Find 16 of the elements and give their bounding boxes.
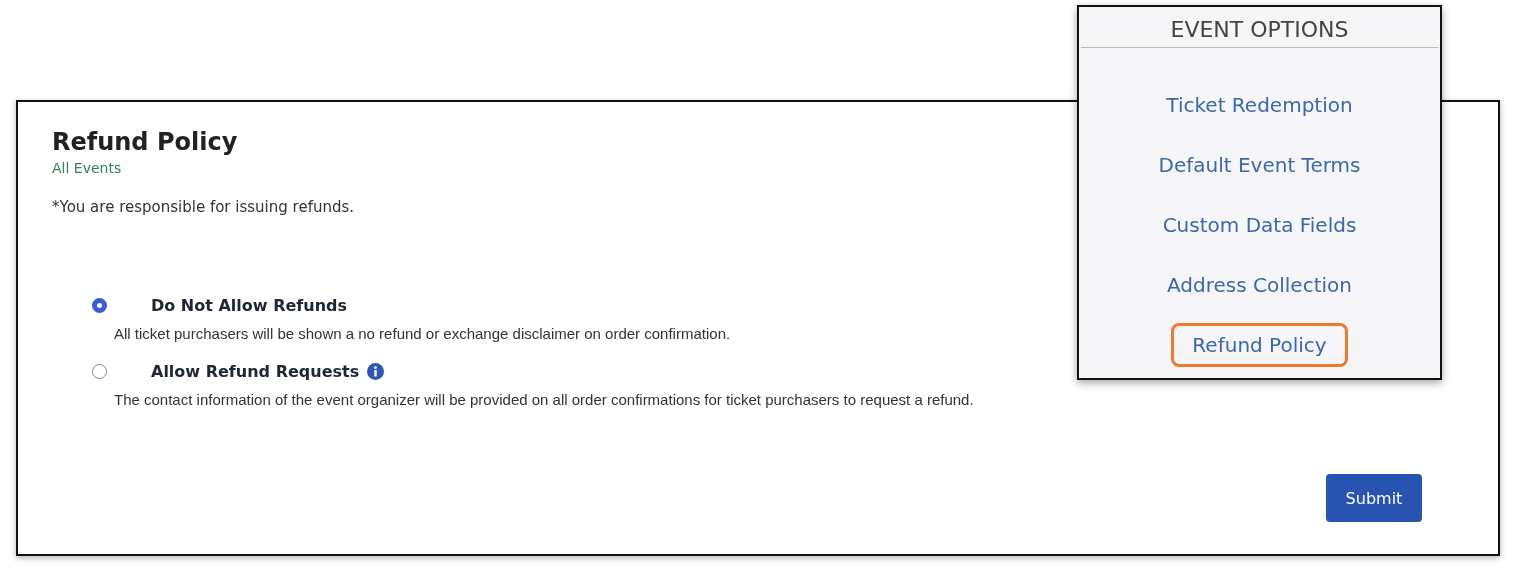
- submit-button[interactable]: Submit: [1326, 474, 1422, 522]
- menu-item[interactable]: Default Event Terms: [1137, 143, 1382, 187]
- option-description: All ticket purchasers will be shown a no refund or exchange disclaimer on order confirmation.: [114, 325, 731, 342]
- panel-subtitle: All Events: [52, 160, 122, 176]
- option-description: The contact information of the event organizer will be provided on all order confirmations for ticket purchasers to request a refund.: [114, 391, 974, 408]
- menu-item[interactable]: Refund Policy: [1171, 323, 1348, 367]
- menu-item[interactable]: Ticket Redemption: [1145, 83, 1374, 127]
- menu-item[interactable]: Address Collection: [1146, 263, 1373, 307]
- info-icon[interactable]: [367, 363, 385, 380]
- responsibility-note: *You are responsible for issuing refunds.: [52, 198, 355, 216]
- panel-title: Refund Policy: [52, 128, 238, 156]
- menu-item[interactable]: Custom Data Fields: [1141, 203, 1378, 247]
- option-label: Allow Refund Requests: [151, 362, 360, 381]
- radio-button[interactable]: [92, 298, 107, 313]
- menu-title: EVENT OPTIONS: [1081, 7, 1438, 48]
- option-label: Do Not Allow Refunds: [151, 296, 348, 315]
